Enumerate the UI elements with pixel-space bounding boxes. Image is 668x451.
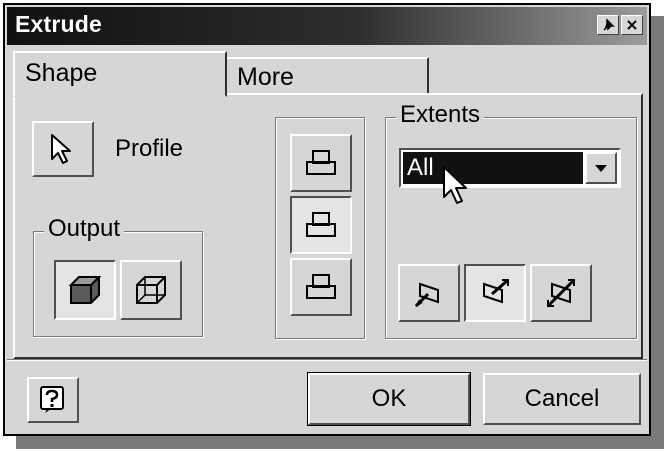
- tab-shape-label: Shape: [25, 59, 98, 87]
- shape-tab-panel: Profile Output Extents: [13, 93, 643, 359]
- join-icon: [306, 150, 336, 175]
- extents-legend: Extents: [396, 101, 485, 129]
- output-legend: Output: [44, 215, 125, 243]
- surface-box-icon: [136, 276, 166, 304]
- chevron-down-icon: [595, 165, 607, 172]
- extents-direction-2-button[interactable]: [464, 264, 526, 322]
- output-surface-button[interactable]: [120, 260, 182, 320]
- help-button[interactable]: [27, 377, 79, 423]
- operation-join-button[interactable]: [290, 134, 352, 192]
- mouse-pointer-icon: [443, 166, 467, 204]
- cut-icon: [306, 212, 336, 237]
- direction-2-icon: [483, 278, 509, 304]
- cancel-button-label: Cancel: [524, 385, 600, 412]
- extents-dropdown[interactable]: All: [399, 148, 621, 188]
- profile-label: Profile: [115, 135, 184, 162]
- ok-button[interactable]: OK: [307, 372, 471, 426]
- extrude-dialog: Extrude Shape More Profile Output Extent…: [3, 3, 651, 436]
- footer-divider: [7, 359, 647, 361]
- tab-shape[interactable]: Shape: [13, 51, 227, 97]
- operation-cut-button[interactable]: [290, 196, 352, 254]
- intersect-icon: [306, 274, 336, 299]
- profile-select-button[interactable]: [32, 121, 94, 177]
- close-icon: [627, 20, 637, 30]
- operation-group: [275, 117, 365, 339]
- extents-direction-1-button[interactable]: [398, 264, 460, 322]
- symmetric-icon: [546, 278, 576, 308]
- extents-symmetric-button[interactable]: [530, 264, 592, 322]
- window-title: Extrude: [15, 11, 103, 37]
- operation-intersect-button[interactable]: [290, 258, 352, 316]
- cancel-button[interactable]: Cancel: [483, 373, 641, 425]
- pin-button[interactable]: [597, 15, 619, 35]
- help-icon: [40, 386, 64, 413]
- pin-icon: [603, 18, 615, 31]
- extents-dropdown-button[interactable]: [585, 152, 617, 184]
- output-solid-button[interactable]: [54, 260, 116, 320]
- solid-box-icon: [68, 276, 102, 304]
- ok-button-label: OK: [371, 385, 407, 412]
- select-arrow-icon: [51, 134, 71, 164]
- direction-1-icon: [414, 282, 439, 308]
- output-group: Output: [33, 215, 203, 337]
- title-bar[interactable]: Extrude: [7, 7, 647, 45]
- extents-dropdown-value: All: [403, 152, 583, 184]
- tab-more-label: More: [237, 63, 294, 91]
- close-button[interactable]: [621, 15, 643, 35]
- tab-more[interactable]: More: [225, 57, 429, 95]
